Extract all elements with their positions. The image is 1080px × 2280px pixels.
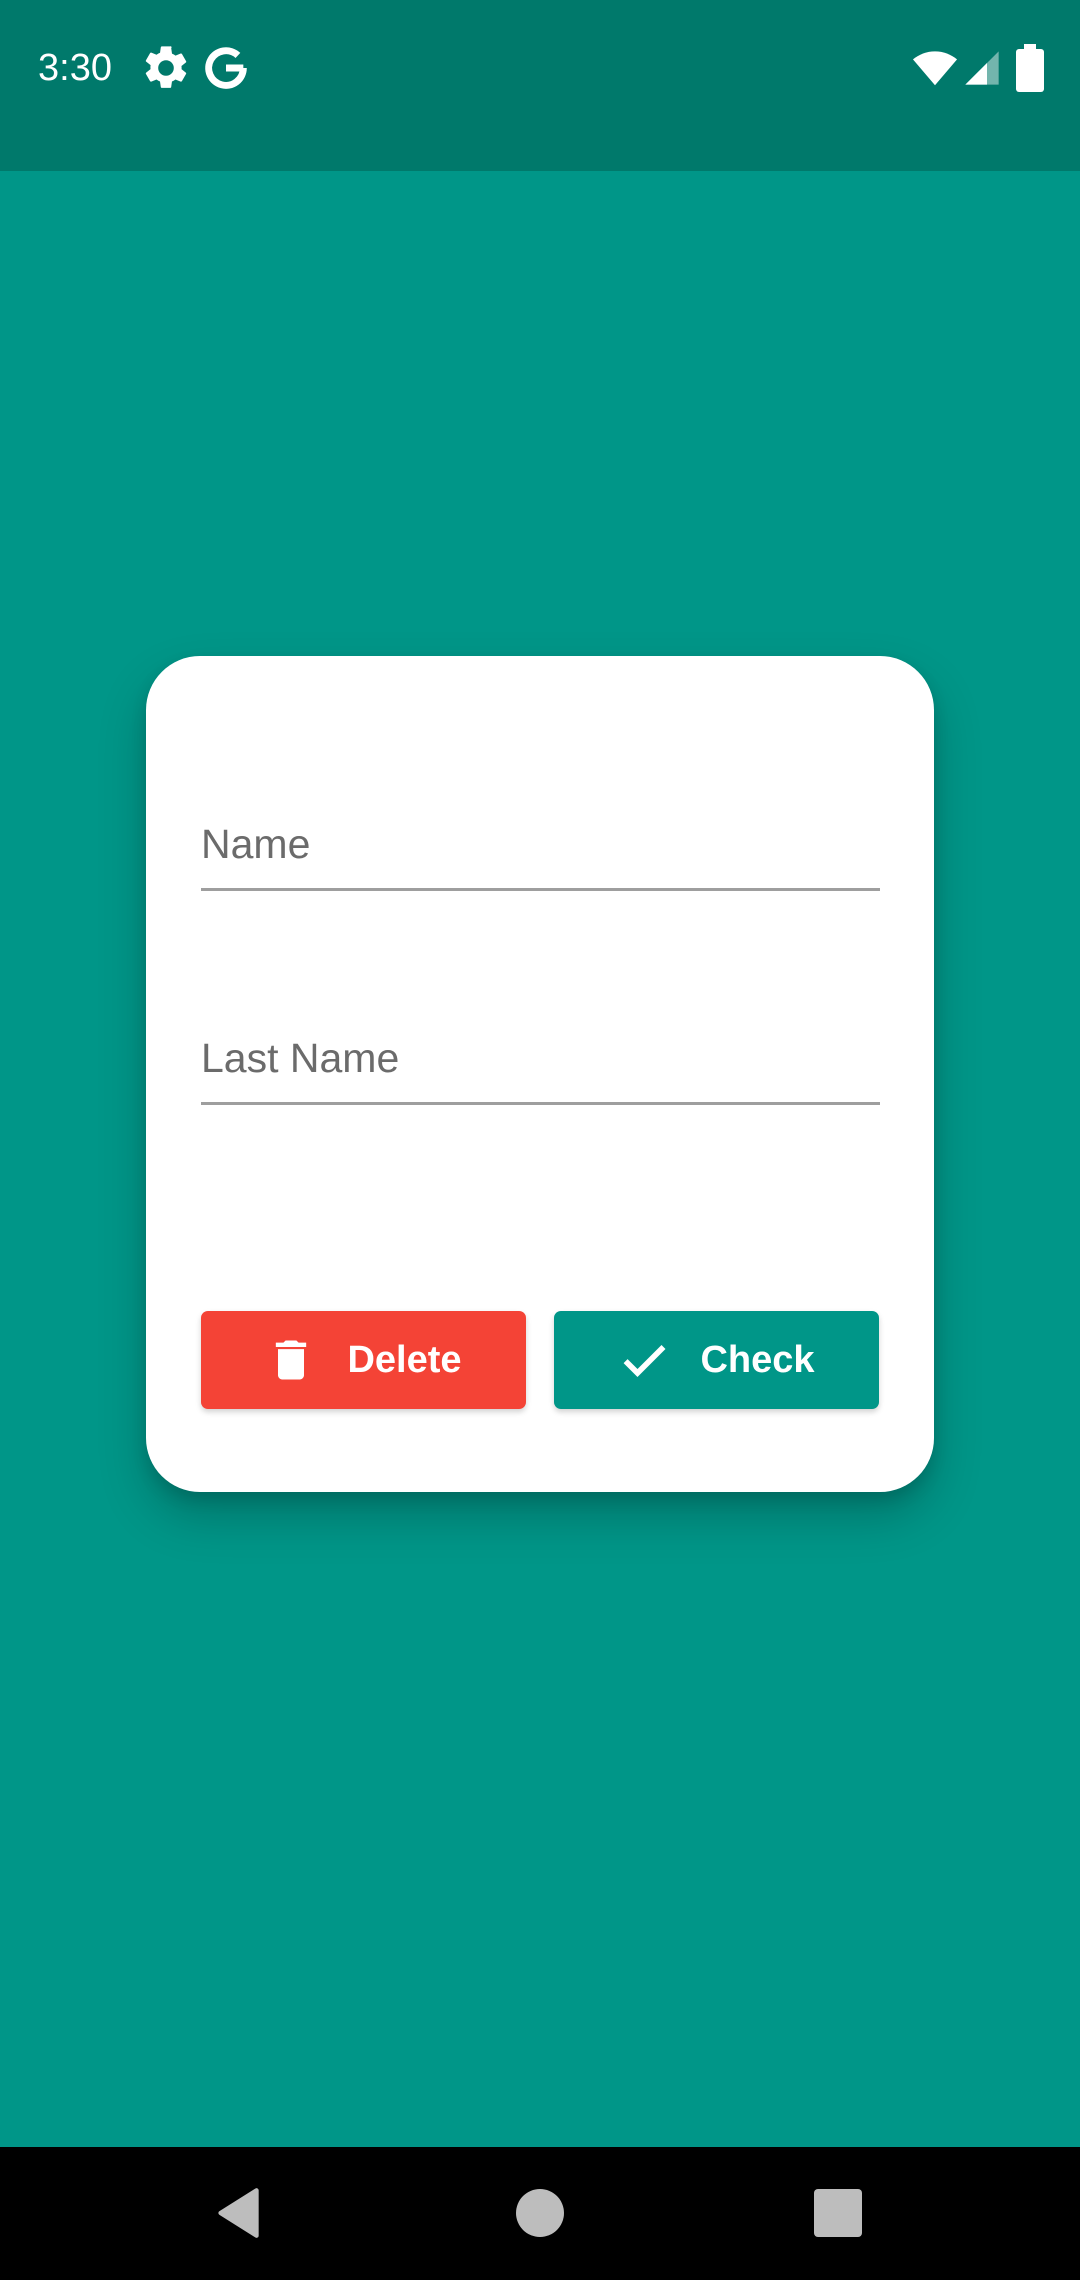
name-field[interactable]: Name — [201, 804, 880, 914]
wifi-icon — [912, 51, 958, 86]
check-button-label: Check — [700, 1338, 815, 1381]
recents-icon[interactable] — [806, 2181, 870, 2245]
last-name-input[interactable] — [201, 1018, 880, 1098]
last-name-field[interactable]: Last Name — [201, 1018, 880, 1128]
google-g-icon — [205, 47, 247, 89]
navigation-bar — [0, 2147, 1080, 2280]
delete-button-label: Delete — [347, 1338, 462, 1381]
form-card: Name Last Name Delete Check — [146, 656, 934, 1492]
last-name-field-underline — [201, 1102, 880, 1105]
name-input[interactable] — [201, 804, 880, 884]
status-bar: 3:30 — [0, 0, 1080, 171]
back-icon[interactable] — [208, 2181, 272, 2245]
cell-signal-icon — [965, 51, 999, 85]
status-time: 3:30 — [38, 47, 112, 89]
gear-icon — [145, 46, 187, 88]
name-field-underline — [201, 888, 880, 891]
checkmark-icon — [624, 1345, 666, 1377]
home-icon[interactable] — [508, 2181, 572, 2245]
trash-icon — [276, 1340, 307, 1380]
battery-icon — [1016, 44, 1044, 92]
check-button[interactable]: Check — [554, 1311, 879, 1409]
delete-button[interactable]: Delete — [201, 1311, 526, 1409]
